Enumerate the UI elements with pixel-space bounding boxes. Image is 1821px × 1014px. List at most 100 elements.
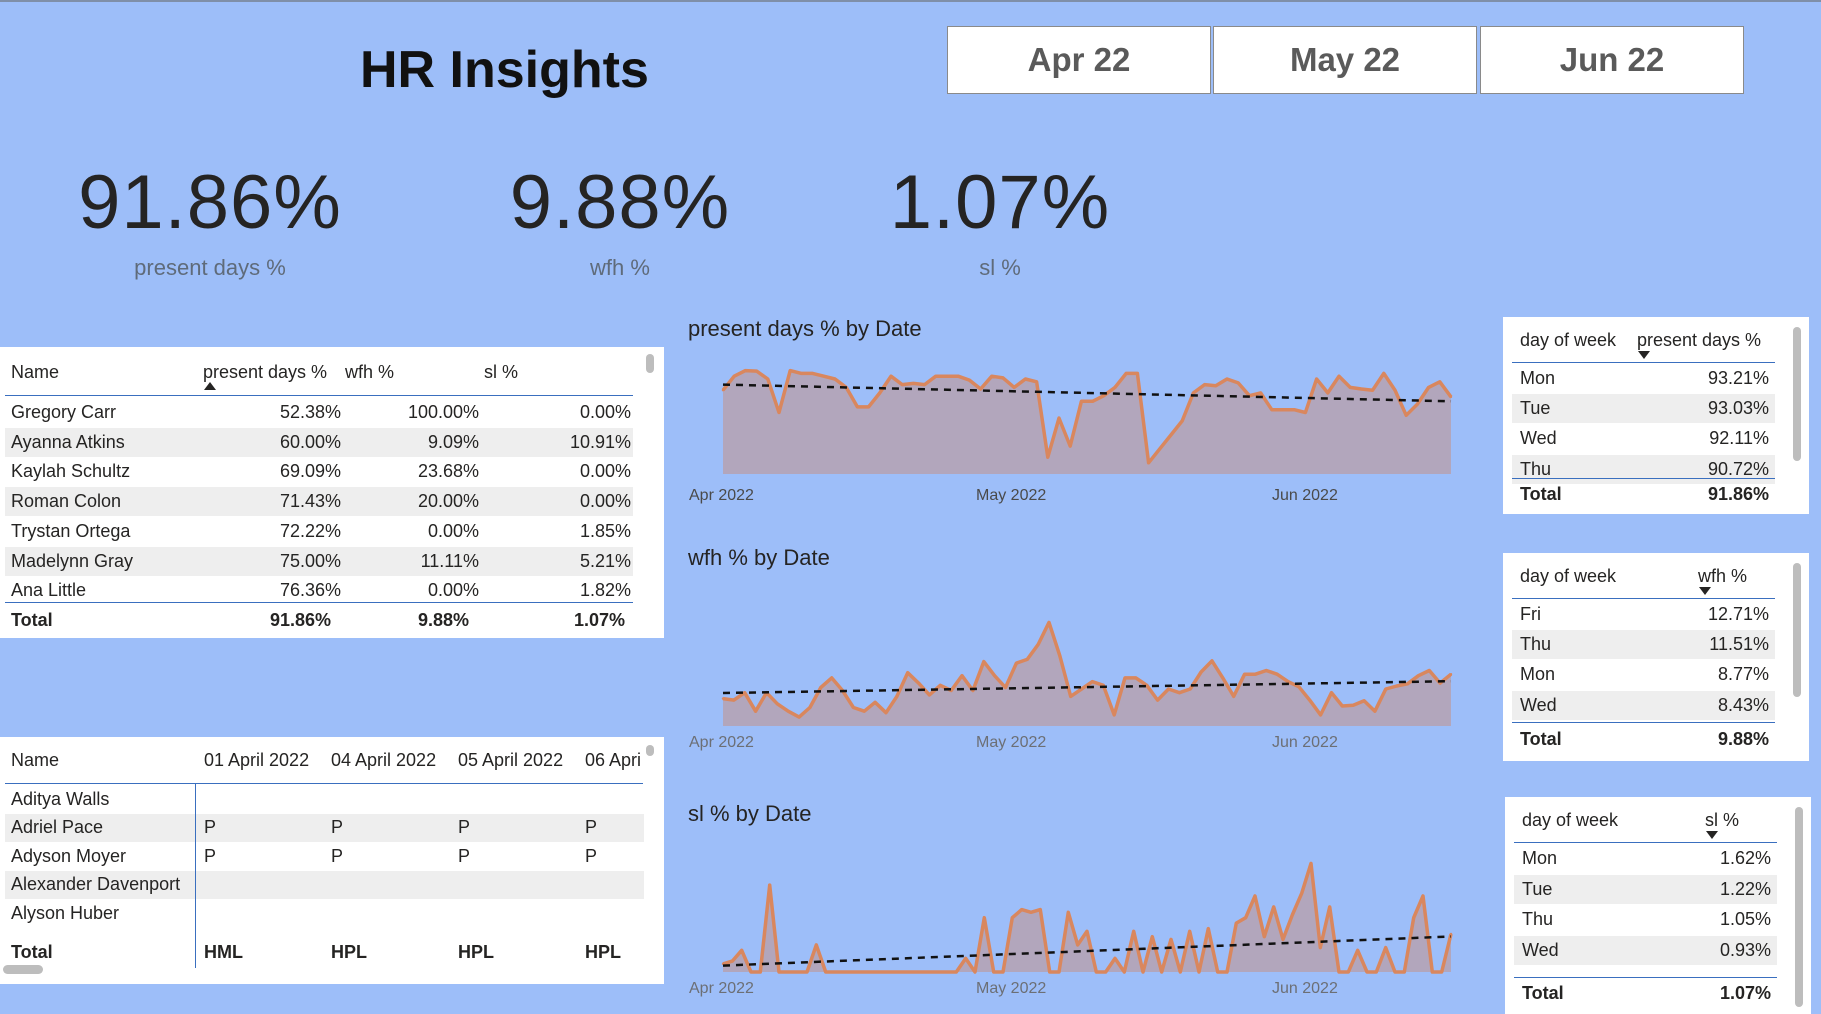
data-point[interactable] (1188, 930, 1191, 933)
data-point[interactable] (878, 391, 881, 395)
data-point[interactable] (1330, 691, 1333, 694)
data-point[interactable] (973, 970, 977, 974)
data-point[interactable] (1169, 433, 1173, 437)
data-point[interactable] (1244, 916, 1247, 919)
data-point[interactable] (833, 970, 837, 974)
data-point[interactable] (1048, 970, 1051, 974)
data-point[interactable] (856, 405, 859, 409)
data-point[interactable] (901, 383, 904, 386)
data-point[interactable] (1362, 699, 1366, 702)
data-point[interactable] (1026, 658, 1029, 661)
data-point[interactable] (1104, 970, 1107, 974)
data-point[interactable] (1113, 386, 1117, 389)
dow-present-scrollbar[interactable] (1793, 327, 1801, 461)
dow-present-header-day[interactable]: day of week (1520, 330, 1616, 351)
data-point[interactable] (923, 383, 926, 386)
data-point[interactable] (1123, 676, 1127, 680)
data-point[interactable] (1259, 391, 1262, 395)
data-point[interactable] (1293, 408, 1296, 411)
data-point[interactable] (1326, 391, 1330, 395)
data-point[interactable] (1319, 713, 1322, 717)
data-point[interactable] (1286, 680, 1290, 683)
data-point[interactable] (1067, 911, 1070, 914)
data-point[interactable] (1270, 408, 1274, 411)
data-point[interactable] (861, 970, 865, 974)
data-point[interactable] (1449, 673, 1453, 676)
data-point[interactable] (1417, 674, 1420, 677)
data-point[interactable] (945, 375, 949, 378)
data-point[interactable] (1395, 684, 1398, 688)
data-point[interactable] (759, 970, 762, 974)
data-point[interactable] (830, 676, 833, 680)
data-point[interactable] (936, 970, 939, 974)
data-point[interactable] (1151, 935, 1154, 938)
data-point[interactable] (1036, 643, 1040, 646)
data-point[interactable] (1428, 669, 1431, 672)
data-point[interactable] (934, 375, 937, 378)
data-point[interactable] (1125, 372, 1128, 375)
data-point[interactable] (1309, 862, 1313, 865)
data-point[interactable] (1427, 386, 1430, 389)
dow-row[interactable]: Wed 0.93% (1514, 935, 1777, 965)
data-point[interactable] (1384, 687, 1388, 691)
data-point[interactable] (1416, 402, 1419, 406)
data-point[interactable] (733, 375, 736, 378)
dow-wfh-header-day[interactable]: day of week (1520, 566, 1616, 587)
data-point[interactable] (906, 671, 909, 674)
data-point[interactable] (796, 970, 799, 974)
data-point[interactable] (1360, 387, 1363, 391)
data-point[interactable] (1113, 713, 1116, 717)
data-point[interactable] (1216, 970, 1219, 974)
dow-sl-header-value[interactable]: sl % (1705, 810, 1739, 831)
data-point[interactable] (768, 883, 771, 887)
data-point[interactable] (766, 377, 769, 381)
data-point[interactable] (917, 681, 920, 685)
data-point[interactable] (1308, 698, 1311, 702)
data-point[interactable] (927, 970, 930, 974)
data-point[interactable] (968, 378, 971, 382)
dow-row[interactable]: Mon 1.62% (1514, 844, 1777, 874)
data-point[interactable] (1214, 384, 1218, 387)
data-point[interactable] (1406, 682, 1409, 685)
data-point[interactable] (800, 372, 803, 375)
data-point[interactable] (1178, 691, 1181, 694)
data-point[interactable] (979, 387, 982, 391)
data-point[interactable] (895, 695, 899, 698)
data-point[interactable] (955, 970, 958, 974)
data-point[interactable] (1199, 670, 1203, 674)
data-point[interactable] (852, 970, 855, 974)
data-point[interactable] (1221, 676, 1225, 680)
data-point[interactable] (1207, 927, 1210, 930)
data-point[interactable] (787, 710, 790, 713)
data-point[interactable] (964, 957, 967, 960)
data-point[interactable] (1057, 416, 1061, 420)
data-point[interactable] (1393, 970, 1397, 974)
data-point[interactable] (731, 959, 734, 963)
data-point[interactable] (1349, 386, 1352, 389)
dow-wfh-header-value[interactable]: wfh % (1698, 566, 1747, 587)
data-point[interactable] (863, 710, 866, 713)
data-point[interactable] (805, 970, 809, 974)
dow-row[interactable]: Mon 93.21% (1512, 364, 1775, 393)
data-point[interactable] (1225, 377, 1229, 381)
data-point[interactable] (1001, 376, 1005, 380)
data-point[interactable] (1197, 970, 1201, 974)
data-point[interactable] (777, 411, 781, 414)
data-point[interactable] (1304, 411, 1307, 414)
data-point[interactable] (1147, 461, 1150, 464)
data-point[interactable] (1181, 419, 1184, 423)
dow-row[interactable]: Thu 11.51% (1512, 630, 1775, 660)
data-point[interactable] (1047, 621, 1051, 624)
data-point[interactable] (755, 369, 758, 373)
dow-row[interactable]: Tue 1.22% (1514, 874, 1777, 904)
data-point[interactable] (928, 693, 931, 697)
data-point[interactable] (945, 970, 949, 974)
data-point[interactable] (1382, 372, 1386, 375)
data-point[interactable] (957, 375, 960, 378)
data-point[interactable] (797, 715, 801, 719)
data-point[interactable] (1412, 916, 1415, 919)
data-point[interactable] (1192, 391, 1195, 395)
data-point[interactable] (789, 369, 792, 372)
dow-row[interactable]: Tue 93.03% (1512, 394, 1775, 424)
data-point[interactable] (993, 674, 996, 677)
